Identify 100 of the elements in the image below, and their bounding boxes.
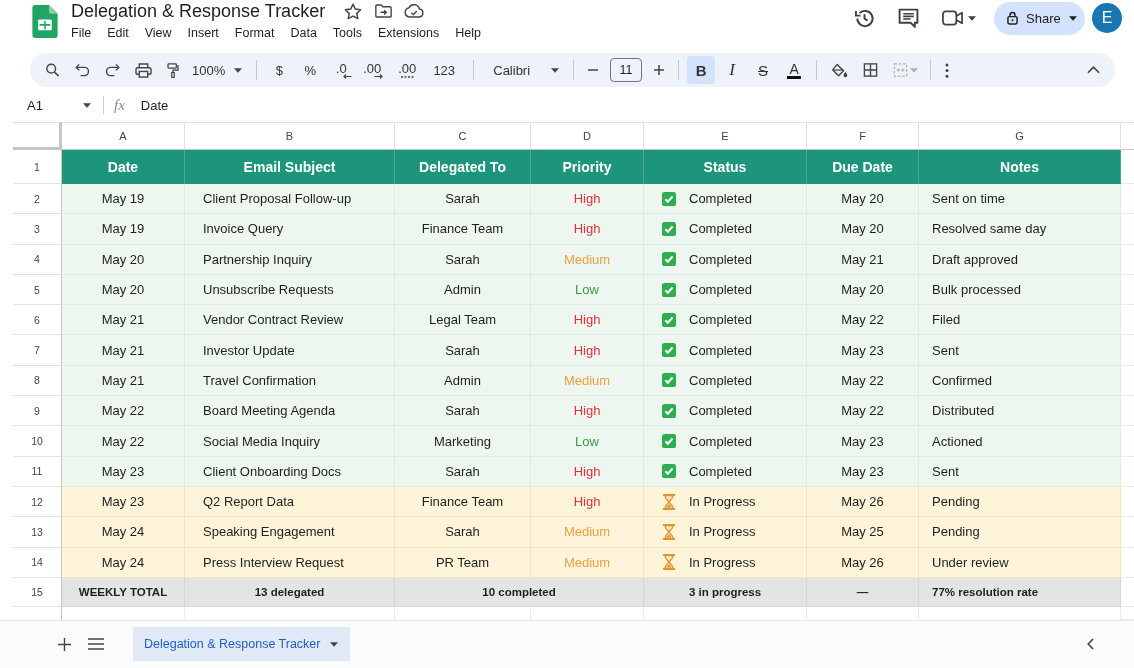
table-cell: Investor Update xyxy=(185,335,395,366)
history-icon[interactable] xyxy=(854,7,875,29)
lock-icon xyxy=(1007,11,1018,25)
status-label: Completed xyxy=(689,221,752,237)
menu-item[interactable]: File xyxy=(71,26,92,40)
more-vertical-icon[interactable] xyxy=(945,62,950,78)
menu-item[interactable]: Extensions xyxy=(378,26,440,40)
row-number[interactable]: 8 xyxy=(13,365,62,397)
table-cell: Finance Team xyxy=(395,214,531,245)
text-style-button[interactable]: I xyxy=(718,56,747,84)
column-header[interactable]: E xyxy=(644,122,807,150)
table-cell: May 23 xyxy=(807,456,919,487)
folder-arrow-icon[interactable] xyxy=(375,4,393,18)
row-number[interactable]: 14 xyxy=(13,547,62,578)
minus-icon[interactable] xyxy=(588,69,599,71)
paint-roller-icon[interactable] xyxy=(167,62,179,78)
number-format-button[interactable]: $ xyxy=(265,56,294,84)
document-title[interactable]: Delegation & Response Tracker xyxy=(71,0,326,22)
redo-icon[interactable] xyxy=(105,63,120,77)
row-number[interactable]: 6 xyxy=(13,305,62,336)
chevron-up-icon[interactable] xyxy=(1087,66,1100,74)
cell-reference[interactable]: A1 xyxy=(27,97,83,113)
menu-item[interactable]: Data xyxy=(290,26,317,40)
text-style-button[interactable]: A xyxy=(780,56,809,84)
row-number[interactable]: 3 xyxy=(13,214,62,245)
caret-icon xyxy=(330,641,339,647)
menu-item[interactable]: Format xyxy=(234,26,275,40)
menu-item[interactable]: Edit xyxy=(107,26,129,40)
spreadsheet-logo-icon[interactable] xyxy=(32,5,58,38)
caret-icon[interactable] xyxy=(968,15,976,21)
table-cell: Client Proposal Follow-up xyxy=(185,184,395,215)
row-number[interactable]: 13 xyxy=(13,517,62,548)
number-format-button[interactable]: % xyxy=(296,56,325,84)
row-number[interactable]: 11 xyxy=(13,456,62,487)
table-header-cell: Delegated To xyxy=(395,150,531,184)
table-cell: May 24 xyxy=(62,517,185,548)
menu-item[interactable]: View xyxy=(144,26,172,40)
row-number[interactable]: 2 xyxy=(13,184,62,215)
comment-icon[interactable] xyxy=(898,7,919,29)
print-icon[interactable] xyxy=(135,62,152,78)
menu-item[interactable]: Insert xyxy=(187,26,219,40)
priority-cell: High xyxy=(531,184,644,215)
merge-cells-icon[interactable] xyxy=(893,63,909,77)
font-size-field[interactable]: 11 xyxy=(610,58,643,82)
priority-cell: High xyxy=(531,456,644,487)
number-format-button[interactable]: 123 xyxy=(430,56,459,84)
row-number[interactable]: 15 xyxy=(13,577,62,607)
zoom-dropdown[interactable]: 100% xyxy=(188,56,247,84)
undo-icon[interactable] xyxy=(75,63,90,77)
table-cell: Sent xyxy=(919,335,1121,366)
font-dropdown[interactable]: Calibri xyxy=(487,56,566,84)
number-format-button[interactable]: .0 xyxy=(327,56,356,84)
row-number[interactable]: 1 xyxy=(13,150,62,184)
row-number[interactable]: 10 xyxy=(13,426,62,457)
caret-icon[interactable] xyxy=(83,102,91,108)
menu-item[interactable]: Tools xyxy=(332,26,363,40)
menu-item[interactable]: Help xyxy=(455,26,481,40)
column-header[interactable]: G xyxy=(919,122,1121,150)
column-header[interactable]: D xyxy=(531,122,644,150)
menu-icon[interactable] xyxy=(88,638,104,651)
cloud-icon[interactable] xyxy=(404,4,425,18)
column-header[interactable]: B xyxy=(185,122,395,150)
video-camera-icon[interactable] xyxy=(942,10,963,26)
plus-icon[interactable] xyxy=(58,637,71,651)
row-number[interactable]: 5 xyxy=(13,274,62,306)
table-cell: May 21 xyxy=(62,305,185,336)
check-icon xyxy=(662,282,676,297)
search-icon[interactable] xyxy=(45,63,60,77)
sheet-tab[interactable]: Delegation & Response Tracker xyxy=(133,627,351,662)
caret-icon xyxy=(234,67,243,73)
check-icon xyxy=(662,191,676,206)
number-format-button[interactable]: .00 xyxy=(358,56,387,84)
text-style-button[interactable]: S xyxy=(749,56,778,84)
check-icon xyxy=(662,403,676,418)
table-cell: Sarah xyxy=(395,244,531,275)
table-cell: May 25 xyxy=(807,517,919,548)
plus-icon[interactable] xyxy=(654,65,665,75)
text-style-button[interactable]: B xyxy=(687,56,716,84)
column-header[interactable]: A xyxy=(62,122,185,150)
row-number[interactable]: 4 xyxy=(13,244,62,275)
table-cell: Admin xyxy=(395,274,531,306)
status-label: Completed xyxy=(689,191,752,207)
row-number[interactable]: 12 xyxy=(13,486,62,518)
table-cell: Distributed xyxy=(919,396,1121,427)
total-cell: WEEKLY TOTAL xyxy=(62,577,185,607)
table-cell: Board Meeting Agenda xyxy=(185,396,395,427)
borders-icon[interactable] xyxy=(863,63,879,77)
hourglass-icon xyxy=(663,523,675,540)
formula-input[interactable]: Date xyxy=(140,97,169,113)
chevron-left-icon[interactable] xyxy=(1087,638,1094,651)
share-button[interactable]: Share xyxy=(994,1,1085,35)
paint-bucket-icon[interactable] xyxy=(831,62,849,78)
star-icon[interactable] xyxy=(344,2,363,20)
account-avatar[interactable]: E xyxy=(1092,3,1122,33)
arrow-left-icon xyxy=(343,73,353,79)
column-header[interactable]: F xyxy=(807,122,919,150)
row-number[interactable]: 9 xyxy=(13,396,62,427)
row-number[interactable]: 7 xyxy=(13,335,62,366)
column-header[interactable]: C xyxy=(395,122,531,150)
number-format-button[interactable]: .00 xyxy=(393,56,422,84)
